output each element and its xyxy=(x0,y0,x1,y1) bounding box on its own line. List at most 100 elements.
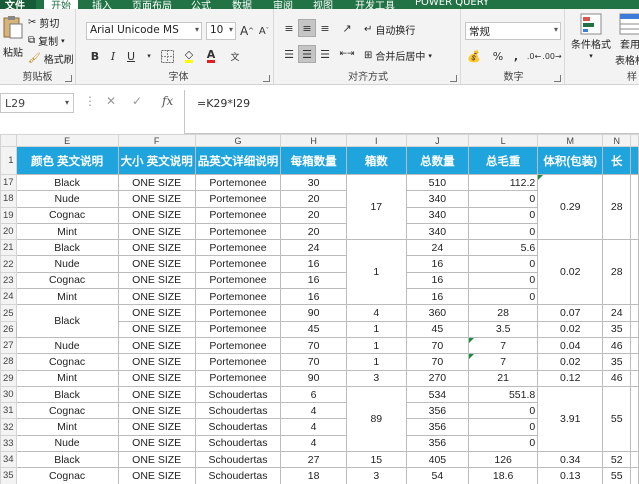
row-header[interactable]: 33 xyxy=(0,434,17,453)
font-launcher-icon[interactable] xyxy=(263,75,270,82)
column-header-h[interactable]: H xyxy=(280,134,347,147)
insert-function-icon[interactable]: fx xyxy=(162,94,173,108)
cell-description[interactable]: Schoudertas xyxy=(194,402,282,420)
cell-gross-weight[interactable]: 0 xyxy=(468,402,539,420)
italic-button[interactable]: I xyxy=(104,47,122,65)
cell-length[interactable]: 35 xyxy=(602,353,632,371)
cell-description[interactable]: Portemonee xyxy=(194,369,282,387)
cell-boxes-merged[interactable]: 89 xyxy=(345,385,407,453)
cell-volume-merged[interactable]: 0.02 xyxy=(537,239,604,306)
cell-size[interactable]: ONE SIZE xyxy=(117,304,196,322)
cell-size[interactable]: ONE SIZE xyxy=(117,206,196,224)
cell-color[interactable]: Nude xyxy=(15,434,119,453)
paste-button[interactable]: 粘贴 xyxy=(2,14,24,59)
number-launcher-icon[interactable] xyxy=(554,75,561,82)
borders-button[interactable] xyxy=(158,47,176,65)
tab-home[interactable]: 开始 xyxy=(44,0,78,9)
cell-total-qty[interactable]: 340 xyxy=(405,222,470,241)
cell-size[interactable]: ONE SIZE xyxy=(117,288,196,306)
cell-color[interactable]: Nude xyxy=(15,190,119,208)
currency-button[interactable]: 💰 xyxy=(465,47,483,65)
header-cell[interactable]: 总数量 xyxy=(405,146,470,175)
cell-volume[interactable]: 0.04 xyxy=(537,336,604,355)
cell-size[interactable]: ONE SIZE xyxy=(117,320,196,338)
cell-overflow[interactable] xyxy=(630,239,639,306)
cell-gross-weight[interactable]: 0 xyxy=(468,288,539,306)
cell-volume[interactable]: 0.07 xyxy=(537,304,604,322)
cell-volume[interactable]: 0.12 xyxy=(537,369,604,387)
cell-total-qty[interactable]: 70 xyxy=(405,353,470,371)
cell-gross-weight[interactable]: 28 xyxy=(468,304,539,322)
cell-boxes[interactable]: 4 xyxy=(345,304,407,322)
cell-gross-weight[interactable]: 0 xyxy=(468,222,539,241)
cell-description[interactable]: Portemonee xyxy=(194,320,282,338)
cell-per-box[interactable]: 4 xyxy=(280,402,347,420)
cell-length[interactable]: 52 xyxy=(602,451,632,469)
cell-total-qty[interactable]: 356 xyxy=(405,402,470,420)
row-header[interactable]: 27 xyxy=(0,336,17,355)
row-header[interactable]: 22 xyxy=(0,255,17,273)
cell-volume[interactable]: 0.02 xyxy=(537,320,604,338)
cut-button[interactable]: ✂ 剪切 xyxy=(28,15,59,30)
cell-total-qty[interactable]: 70 xyxy=(405,336,470,355)
cell-per-box[interactable]: 20 xyxy=(280,222,347,241)
select-all-corner[interactable] xyxy=(0,134,17,147)
column-header-j[interactable]: J xyxy=(405,134,470,147)
cell-color[interactable]: Black xyxy=(15,304,119,338)
cell-color[interactable]: Black xyxy=(15,385,119,404)
cell-description[interactable]: Schoudertas xyxy=(194,434,282,453)
row-header[interactable]: 35 xyxy=(0,467,17,484)
cell-description[interactable]: Portemonee xyxy=(194,336,282,355)
cell-boxes[interactable]: 3 xyxy=(345,369,407,387)
cell-total-qty[interactable]: 405 xyxy=(405,451,470,469)
column-header-g[interactable]: G xyxy=(194,134,282,147)
align-bottom-button[interactable]: ≡ xyxy=(316,19,334,37)
cell-boxes[interactable]: 1 xyxy=(345,336,407,355)
cell-color[interactable]: Cognac xyxy=(15,402,119,420)
cell-per-box[interactable]: 6 xyxy=(280,385,347,404)
tab-power-query[interactable]: POWER QUERY xyxy=(415,0,489,8)
cell-size[interactable]: ONE SIZE xyxy=(117,173,196,192)
tab-insert[interactable]: 插入 xyxy=(92,0,112,9)
tab-review[interactable]: 审阅 xyxy=(273,0,293,9)
cell-size[interactable]: ONE SIZE xyxy=(117,336,196,355)
row-header[interactable]: 24 xyxy=(0,288,17,306)
cell-color[interactable]: Cognac xyxy=(15,206,119,224)
grow-font-button[interactable]: A ^ xyxy=(238,22,256,40)
cell-size[interactable]: ONE SIZE xyxy=(117,418,196,436)
column-header-e[interactable]: E xyxy=(15,134,119,147)
row-header[interactable]: 34 xyxy=(0,451,17,469)
cell-total-qty[interactable]: 16 xyxy=(405,288,470,306)
cell-overflow[interactable] xyxy=(630,451,639,469)
header-cell[interactable]: 总毛重 xyxy=(468,146,539,175)
header-cell[interactable]: 体积(包装) xyxy=(537,146,604,175)
cell-per-box[interactable]: 18 xyxy=(280,467,347,484)
row-header[interactable]: 1 xyxy=(0,146,17,175)
formula-input[interactable]: =K29*I29 xyxy=(184,90,639,134)
row-header[interactable]: 19 xyxy=(0,206,17,224)
cell-description[interactable]: Portemonee xyxy=(194,239,282,257)
format-painter-button[interactable]: 🖌 格式刷 xyxy=(28,51,74,66)
cell-color[interactable]: Black xyxy=(15,239,119,257)
cell-boxes-merged[interactable]: 1 xyxy=(345,239,407,306)
cell-volume[interactable]: 0.13 xyxy=(537,467,604,484)
column-header-m[interactable]: M xyxy=(537,134,604,147)
header-cell[interactable]: 长 xyxy=(602,146,632,175)
cell-gross-weight[interactable]: 0 xyxy=(468,418,539,436)
alignment-launcher-icon[interactable] xyxy=(450,75,457,82)
cell-size[interactable]: ONE SIZE xyxy=(117,369,196,387)
cell-color[interactable]: Black xyxy=(15,451,119,469)
cell-per-box[interactable]: 20 xyxy=(280,190,347,208)
cell-description[interactable]: Portemonee xyxy=(194,271,282,290)
cell-per-box[interactable]: 70 xyxy=(280,353,347,371)
enter-icon[interactable]: ✓ xyxy=(132,94,142,108)
cell-size[interactable]: ONE SIZE xyxy=(117,255,196,273)
cell-gross-weight[interactable]: 7 xyxy=(468,353,539,371)
header-cell[interactable]: 颜色 英文说明 xyxy=(15,146,119,175)
cell-gross-weight[interactable]: 0 xyxy=(468,271,539,290)
row-header[interactable]: 18 xyxy=(0,190,17,208)
tab-page-layout[interactable]: 页面布局 xyxy=(132,0,172,9)
cell-gross-weight[interactable]: 3.5 xyxy=(468,320,539,338)
column-header-f[interactable]: F xyxy=(117,134,196,147)
font-color-button[interactable]: A xyxy=(202,47,220,65)
